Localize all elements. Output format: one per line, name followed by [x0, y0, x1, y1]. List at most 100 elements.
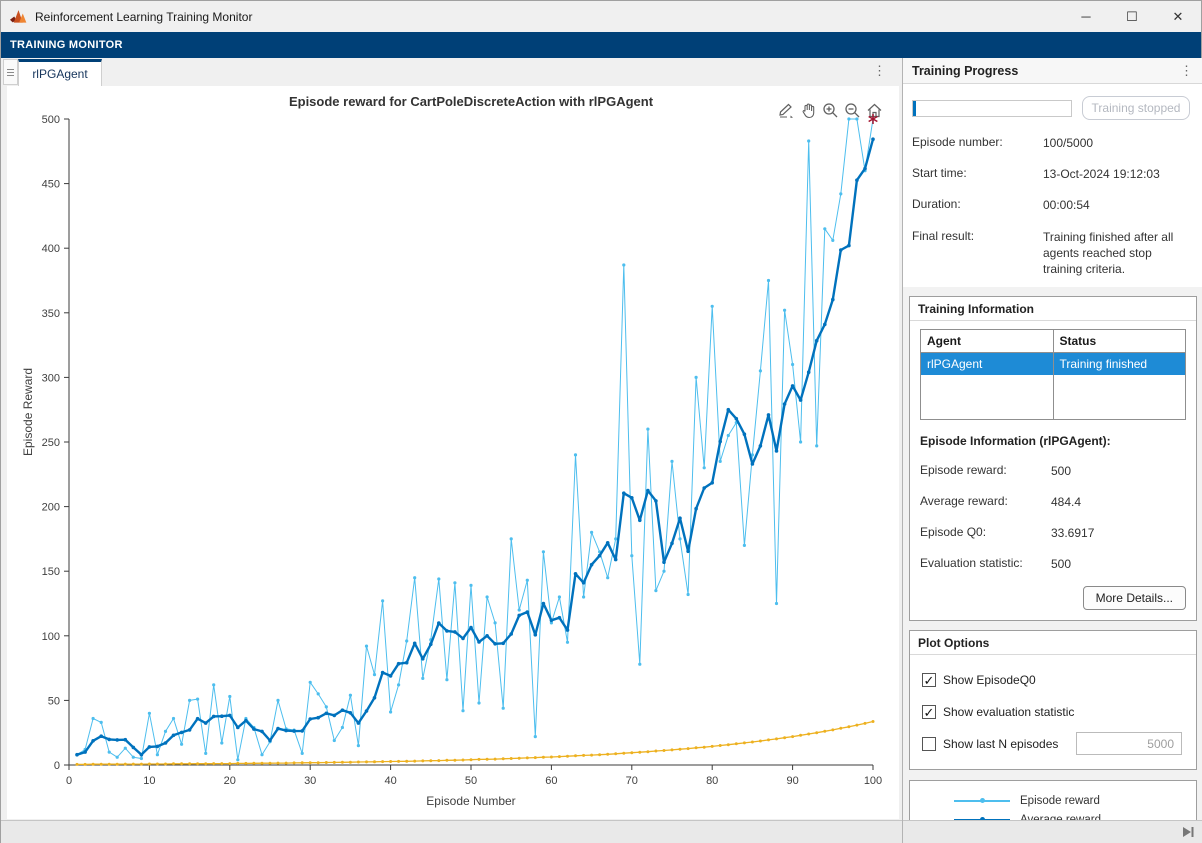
svg-text:10: 10	[143, 775, 155, 787]
svg-text:50: 50	[48, 695, 60, 707]
figure-status-strip[interactable]	[1, 820, 902, 843]
svg-text:450: 450	[42, 179, 60, 191]
episode-reward-row: Episode reward: 500	[920, 463, 1186, 479]
maximize-button[interactable]: ☐	[1109, 1, 1155, 32]
episode-number-value: 100/5000	[1043, 135, 1193, 151]
figure-pane: Episode reward for CartPoleDiscreteActio…	[1, 86, 902, 820]
svg-text:150: 150	[42, 566, 60, 578]
svg-text:30: 30	[304, 775, 316, 787]
svg-text:0: 0	[66, 775, 72, 787]
table-row[interactable]: rlPGAgent Training finished	[921, 353, 1186, 376]
svg-text:250: 250	[42, 437, 60, 449]
status-cell: Training finished	[1053, 353, 1186, 376]
drag-handle-icon[interactable]	[3, 59, 18, 85]
training-information-header: Training Information	[910, 297, 1196, 321]
episode-q0-row: Episode Q0: 33.6917	[920, 525, 1186, 541]
svg-text:70: 70	[626, 775, 638, 787]
progress-section: Training stopped Episode number: 100/500…	[903, 84, 1202, 287]
chart-title: Episode reward for CartPoleDiscreteActio…	[69, 94, 873, 109]
svg-text:300: 300	[42, 372, 60, 384]
episode-number-row: Episode number: 100/5000	[912, 135, 1193, 151]
ribbon-tab-training-monitor[interactable]: TRAINING MONITOR	[1, 39, 123, 51]
training-progress-panel: Training Progress ⋮ Training stopped Epi…	[903, 58, 1202, 820]
agent-column-header: Agent	[921, 330, 1054, 353]
svg-text:Episode Number: Episode Number	[426, 794, 515, 808]
evaluation-statistic-value: 500	[1051, 556, 1186, 572]
panel-options-kebab-icon[interactable]: ⋮	[1180, 64, 1193, 77]
final-result-value: Training finished after all agents reach…	[1043, 229, 1193, 278]
start-time-row: Start time: 13-Oct-2024 19:12:03	[912, 166, 1193, 182]
duration-value: 00:00:54	[1043, 197, 1193, 213]
status-column-header: Status	[1053, 330, 1186, 353]
show-evaluation-statistic-label: Show evaluation statistic	[943, 705, 1074, 719]
show-episodeq0-label: Show EpisodeQ0	[943, 673, 1036, 687]
svg-text:100: 100	[42, 631, 60, 643]
figure-canvas: Episode reward for CartPoleDiscreteActio…	[7, 86, 899, 819]
episode-reward-value: 500	[1051, 463, 1186, 479]
svg-text:350: 350	[42, 308, 60, 320]
plot-options-header: Plot Options	[910, 631, 1196, 655]
svg-text:60: 60	[545, 775, 557, 787]
svg-text:100: 100	[864, 775, 882, 787]
title-bar: Reinforcement Learning Training Monitor …	[1, 1, 1201, 32]
training-progress-bar	[912, 100, 1072, 117]
svg-text:80: 80	[706, 775, 718, 787]
svg-text:0: 0	[54, 760, 60, 772]
show-last-n-episodes-row: Show last N episodes	[922, 737, 1186, 751]
legend-item-episode-reward[interactable]: Episode reward	[954, 791, 1196, 810]
average-reward-value: 484.4	[1051, 494, 1186, 510]
episode-q0-value: 33.6917	[1051, 525, 1186, 541]
tab-rlpgagent[interactable]: rlPGAgent	[18, 59, 102, 86]
y-axis-label: Episode Reward	[21, 368, 35, 456]
agent-status-table[interactable]: Agent Status rlPGAgent Training finished	[920, 329, 1186, 420]
reward-chart[interactable]: 0501001502002503003504004505000102030405…	[27, 110, 889, 810]
tab-label: rlPGAgent	[32, 67, 87, 81]
episode-q0-label: Episode Q0:	[920, 525, 1051, 541]
average-reward-label: Average reward:	[920, 494, 1051, 510]
svg-text:50: 50	[465, 775, 477, 787]
document-tab-strip: rlPGAgent ⋮	[1, 58, 902, 86]
window-title: Reinforcement Learning Training Monitor	[35, 10, 252, 24]
show-evaluation-statistic-checkbox[interactable]: ✓	[922, 705, 936, 719]
n-episodes-input[interactable]	[1076, 732, 1182, 755]
training-stopped-button[interactable]: Training stopped	[1082, 96, 1190, 120]
evaluation-statistic-row: Evaluation statistic: 500	[920, 556, 1186, 572]
app-window: Reinforcement Learning Training Monitor …	[0, 0, 1202, 843]
episode-reward-label: Episode reward:	[920, 463, 1051, 479]
start-time-value: 13-Oct-2024 19:12:03	[1043, 166, 1193, 182]
show-last-n-episodes-checkbox[interactable]	[922, 737, 936, 751]
table-empty-area	[921, 375, 1186, 419]
average-reward-row: Average reward: 484.4	[920, 494, 1186, 510]
start-time-label: Start time:	[912, 166, 1043, 182]
show-episodeq0-checkbox[interactable]: ✓	[922, 673, 936, 687]
ribbon-bar: TRAINING MONITOR	[1, 32, 1201, 58]
panel-header: Training Progress ⋮	[903, 58, 1202, 84]
training-information-box: Training Information Agent Status rlPGAg…	[909, 296, 1197, 621]
tab-options-kebab-icon[interactable]: ⋮	[873, 64, 886, 77]
svg-text:500: 500	[42, 114, 60, 126]
final-result-label: Final result:	[912, 229, 1043, 278]
progress-fill	[913, 101, 916, 116]
collapse-panel-icon[interactable]	[1181, 825, 1195, 839]
more-details-button[interactable]: More Details...	[1083, 586, 1186, 610]
svg-text:40: 40	[384, 775, 396, 787]
svg-text:90: 90	[786, 775, 798, 787]
episode-reward-line-swatch	[954, 800, 1010, 802]
final-result-row: Final result: Training finished after al…	[912, 229, 1193, 278]
duration-label: Duration:	[912, 197, 1043, 213]
panel-title: Training Progress	[912, 64, 1018, 78]
svg-text:20: 20	[224, 775, 236, 787]
close-button[interactable]: ✕	[1155, 1, 1201, 32]
episode-number-label: Episode number:	[912, 135, 1043, 151]
agent-cell: rlPGAgent	[921, 353, 1054, 376]
panel-status-strip	[903, 820, 1202, 843]
matlab-logo-icon	[10, 8, 27, 25]
show-last-n-episodes-label: Show last N episodes	[943, 737, 1058, 751]
episode-info-title: Episode Information (rlPGAgent):	[920, 434, 1186, 448]
show-evaluation-statistic-row: ✓ Show evaluation statistic	[922, 705, 1186, 719]
minimize-button[interactable]: ─	[1063, 1, 1109, 32]
svg-text:200: 200	[42, 502, 60, 514]
evaluation-statistic-label: Evaluation statistic:	[920, 556, 1051, 572]
show-episodeq0-row: ✓ Show EpisodeQ0	[922, 673, 1186, 687]
plot-options-box: Plot Options ✓ Show EpisodeQ0 ✓ Show eva…	[909, 630, 1197, 770]
